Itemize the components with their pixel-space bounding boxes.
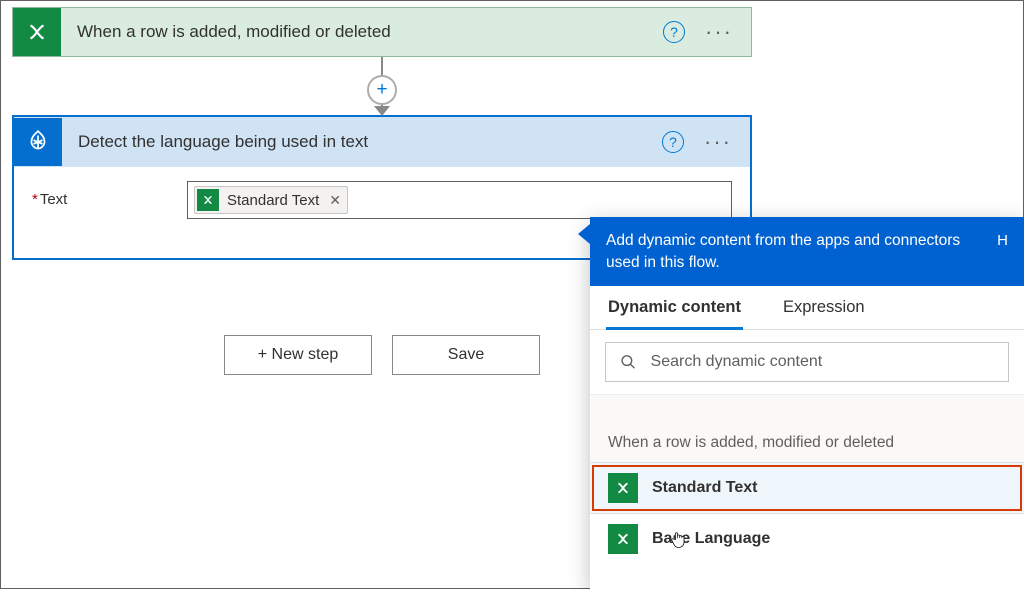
menu-icon[interactable]: ··· [704, 137, 732, 147]
action-title: Detect the language being used in text [62, 132, 662, 152]
tab-dynamic-content[interactable]: Dynamic content [608, 298, 741, 329]
parameter-input[interactable]: Standard Text ✕ [187, 181, 732, 219]
action-header[interactable]: Detect the language being used in text ?… [14, 117, 750, 167]
trigger-title: When a row is added, modified or deleted [61, 22, 663, 42]
dataverse-icon [13, 8, 61, 56]
help-icon[interactable]: ? [662, 131, 684, 153]
dataverse-icon [197, 189, 219, 211]
hide-link[interactable]: H [997, 230, 1008, 251]
dataverse-icon [608, 473, 638, 503]
parameter-label: *Text [32, 181, 187, 208]
popup-description: Add dynamic content from the apps and co… [606, 230, 985, 273]
new-step-button[interactable]: + New step [224, 335, 372, 375]
popup-header: Add dynamic content from the apps and co… [590, 217, 1024, 286]
popup-tabs: Dynamic content Expression [590, 286, 1024, 330]
tab-expression[interactable]: Expression [783, 298, 865, 329]
token-pill-standard-text[interactable]: Standard Text ✕ [194, 186, 348, 214]
popup-pointer [578, 224, 590, 244]
cursor-pointer-icon [670, 531, 688, 556]
remove-token-icon[interactable]: ✕ [329, 192, 341, 209]
trigger-card[interactable]: When a row is added, modified or deleted… [12, 7, 752, 57]
ai-builder-icon [14, 118, 62, 166]
save-button[interactable]: Save [392, 335, 540, 375]
dynamic-item-standard-text[interactable]: Standard Text [590, 463, 1024, 513]
item-label: Standard Text [652, 479, 758, 497]
dynamic-content-popup: Add dynamic content from the apps and co… [590, 217, 1024, 589]
menu-icon[interactable]: ··· [705, 27, 733, 37]
dataverse-icon [608, 524, 638, 554]
token-label: Standard Text [227, 192, 319, 209]
search-input[interactable] [651, 353, 994, 371]
search-icon [620, 353, 637, 371]
parameter-row: *Text Standard Text ✕ [32, 181, 732, 219]
search-box[interactable] [605, 342, 1009, 382]
group-header: When a row is added, modified or deleted [590, 424, 1024, 462]
add-step-icon[interactable]: + [367, 75, 397, 105]
help-icon[interactable]: ? [663, 21, 685, 43]
flow-connector: + [12, 57, 752, 115]
dynamic-item-base-language[interactable]: Base Language [590, 514, 1024, 564]
